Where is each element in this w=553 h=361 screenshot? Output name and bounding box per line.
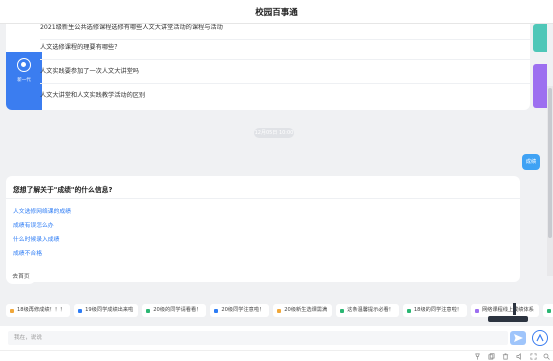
page-title: 校园百事通 — [255, 7, 298, 18]
copy-icon[interactable] — [488, 353, 495, 360]
hot-topic-chip[interactable]: 20级的同学请看看！ — [142, 304, 207, 317]
divider — [6, 198, 520, 199]
assistant-icon — [536, 334, 544, 342]
hot-topic-chip[interactable]: 18级的同学注意啦！ — [402, 304, 467, 317]
scrollbar-thumb[interactable] — [548, 88, 552, 238]
sound-icon[interactable] — [516, 353, 523, 360]
hot-topic-chip[interactable]: 20级新生选课需满 — [273, 304, 333, 317]
fullscreen-icon[interactable] — [530, 353, 537, 360]
hot-topic-chip[interactable]: 这条温馨提示必看！ — [336, 304, 399, 317]
chip-label: 20级同学注意啦！ — [221, 307, 265, 313]
answer-link[interactable]: 什么时候录入成绩 — [13, 234, 59, 243]
assistant-button[interactable] — [532, 330, 548, 346]
bot-label: 新一代 — [17, 78, 31, 83]
chip-label: 这条温馨提示必看！ — [347, 307, 394, 313]
user-message-bubble: 成绩 — [522, 154, 540, 170]
chip-dot-icon — [10, 308, 14, 313]
hot-topic-chip[interactable]: 19级同学成绩出来啦 — [74, 304, 139, 317]
bot-face-icon — [17, 58, 31, 72]
hot-topic-chip[interactable]: 人文大讲堂 — [542, 304, 553, 317]
question-item[interactable]: 人文选修课程的理要有哪些？ — [40, 36, 530, 60]
chip-dot-icon — [406, 308, 411, 313]
question-item[interactable]: 人文实践要参加了一次人文大讲堂吗 — [40, 60, 530, 84]
chip-dot-icon — [146, 308, 151, 313]
input-bar: 我在，说说 — [0, 326, 553, 350]
back-home-button[interactable]: 去首页 — [6, 270, 36, 284]
send-button[interactable] — [510, 331, 526, 345]
hot-topic-chip[interactable]: 18级再修成绩！！！ — [6, 304, 71, 317]
chip-dot-icon — [214, 308, 219, 313]
chip-dot-icon — [78, 308, 83, 313]
scrollbar[interactable] — [547, 86, 553, 276]
chip-label: 20级的同学请看看！ — [153, 307, 202, 313]
answer-link[interactable]: 人文选修网络课的成绩 — [13, 206, 71, 215]
bottom-toolbar — [0, 350, 553, 361]
chip-dot-icon — [546, 308, 551, 313]
message-input[interactable]: 我在，说说 — [8, 331, 508, 345]
chip-tooltip — [488, 316, 528, 322]
chip-label: 19级同学成绩出来啦 — [85, 307, 134, 313]
side-decoration — [533, 24, 547, 114]
bot-avatar: 新一代 — [11, 56, 37, 96]
answer-title: 您想了解关于"成绩"的什么信息? — [13, 186, 113, 194]
pin-icon[interactable] — [474, 353, 481, 360]
chip-label: 18级再修成绩！！！ — [17, 307, 66, 313]
chat-area[interactable]: 新一代 2021级新生公共选修课程选修有哪些人文大讲堂活动的课程与活动 人文选修… — [0, 24, 553, 320]
suggested-questions-card: 新一代 2021级新生公共选修课程选修有哪些人文大讲堂活动的课程与活动 人文选修… — [6, 24, 530, 110]
answer-card: 您想了解关于"成绩"的什么信息? 人文选修网络课的成绩 成绩有误怎么办 什么时候… — [6, 176, 520, 282]
hot-topic-chip[interactable]: 20级同学注意啦！ — [210, 304, 270, 317]
answer-link[interactable]: 成绩有误怎么办 — [13, 220, 54, 229]
chip-dot-icon — [277, 308, 282, 313]
send-icon — [513, 334, 523, 342]
chip-dot-icon — [474, 308, 479, 313]
answer-link[interactable]: 成绩不合格 — [13, 248, 42, 257]
search-icon[interactable] — [543, 353, 550, 360]
chip-label: 18级的同学注意啦！ — [413, 307, 462, 313]
side-tab-teal[interactable] — [533, 24, 547, 52]
delete-icon[interactable] — [502, 353, 509, 360]
side-tab-purple[interactable] — [533, 64, 547, 108]
timestamp-pill: 12月05日 10:00 — [254, 128, 294, 138]
chip-dot-icon — [340, 308, 345, 313]
question-item[interactable]: 人文大讲堂和人文实践教学活动的区别 — [40, 84, 530, 108]
marker-icon — [513, 303, 516, 315]
hot-topic-chips: 18级再修成绩！！！ 19级同学成绩出来啦 20级的同学请看看！ 20级同学注意啦！ 2… — [0, 304, 553, 318]
chip-label: 20级新生选课需满 — [284, 307, 328, 313]
app-header: 校园百事通 — [0, 0, 553, 24]
